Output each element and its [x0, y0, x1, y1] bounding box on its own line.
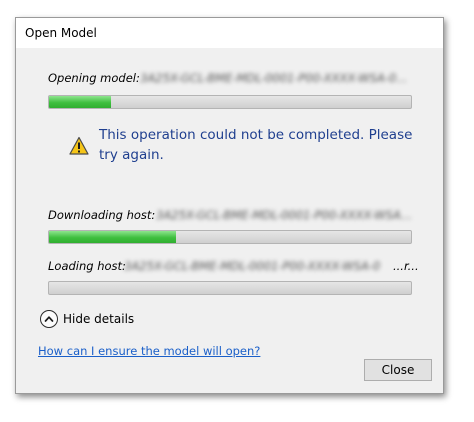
opening-model-progress-bar [48, 95, 412, 109]
downloading-host-progress-bar [48, 230, 412, 244]
loading-host-label: Loading host: [48, 259, 126, 273]
opening-model-progress-fill [49, 96, 111, 108]
opening-model-label: Opening model: [48, 71, 140, 85]
downloading-host-progress-fill [49, 231, 176, 243]
ensure-model-opens-help-link[interactable]: How can I ensure the model will open? [38, 344, 260, 358]
warning-icon [69, 136, 89, 155]
downloading-host-label: Downloading host: [48, 208, 156, 222]
chevron-up-icon[interactable] [40, 310, 58, 328]
loading-host-progress-bar [48, 281, 412, 295]
loading-host-value-suffix: ...r... [393, 259, 419, 273]
warning-message: This operation could not be completed. P… [99, 127, 413, 163]
hide-details-label[interactable]: Hide details [63, 312, 134, 326]
hide-details-toggle[interactable]: Hide details [40, 308, 134, 330]
dialog-title: Open Model [25, 26, 97, 40]
open-model-dialog: Open Model Opening model: 3A25X-GCL-BME-… [15, 17, 444, 394]
title-bar[interactable]: Open Model [16, 18, 443, 48]
opening-model-value: 3A25X-GCL-BME-MDL-0001-P00-XXXX-WSA-0... [140, 71, 408, 85]
close-button[interactable]: Close [364, 359, 432, 381]
loading-host-value: 3A25X-GCL-BME-MDL-0001-P00-XXXX-WSA-0 [124, 259, 381, 273]
downloading-host-value: 3A25X-GCL-BME-MDL-0001-P00-XXXX-WSA... [156, 208, 411, 222]
